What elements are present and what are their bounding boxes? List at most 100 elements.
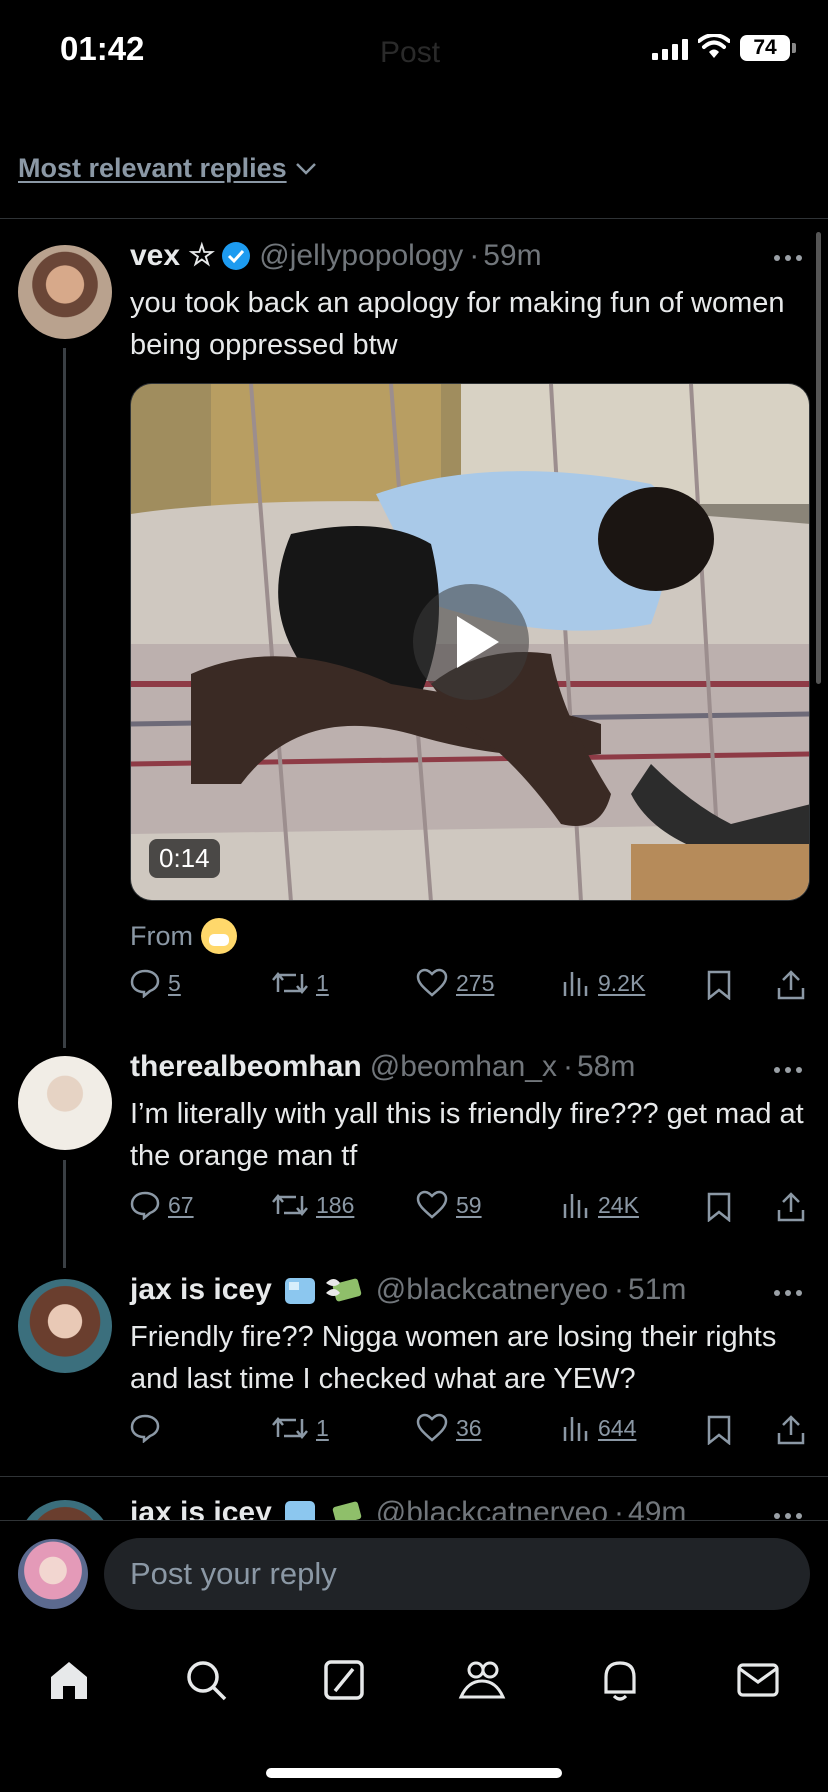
nav-messages[interactable] [728, 1650, 788, 1710]
ice-cube-emoji-icon [284, 1278, 315, 1304]
bottom-navigation [0, 1632, 828, 1792]
wifi-icon [698, 34, 730, 58]
avatar[interactable] [18, 1279, 112, 1373]
display-name[interactable]: vex ☆ [130, 238, 215, 273]
status-time: 01:42 [60, 30, 145, 67]
avatar[interactable] [18, 1539, 88, 1609]
messages-icon [737, 1663, 779, 1697]
timestamp[interactable]: 58m [577, 1050, 635, 1084]
nav-communities[interactable] [452, 1650, 512, 1710]
home-indicator[interactable] [266, 1768, 562, 1778]
avatar[interactable] [18, 1056, 112, 1150]
avatar[interactable] [18, 245, 112, 339]
repost-count: 1 [316, 969, 329, 996]
separator-dot: · [469, 238, 480, 272]
heart-icon [416, 1413, 448, 1442]
nav-home[interactable] [39, 1650, 99, 1710]
video-player[interactable]: 0:14 [130, 383, 810, 901]
search-icon [187, 1661, 227, 1701]
tweet-text: you took back an apology for making fun … [130, 287, 785, 361]
reply-composer [0, 1521, 828, 1631]
reply-sort-dropdown[interactable]: Most relevant replies [18, 153, 317, 184]
bookmark-icon[interactable] [706, 970, 732, 1000]
separator-dot: · [614, 1273, 625, 1306]
home-icon [51, 1662, 87, 1699]
verified-badge-icon [222, 241, 251, 270]
reply-button[interactable]: 5 [130, 968, 181, 998]
money-with-wings-emoji-icon [325, 1278, 362, 1302]
tweet-header: therealbeomhan @beomhan_x · 58m [130, 1050, 635, 1084]
notifications-icon [604, 1661, 636, 1701]
heart-icon [416, 1190, 448, 1219]
divider [0, 218, 828, 219]
like-button[interactable]: 36 [416, 1413, 482, 1443]
more-options-icon[interactable] [774, 1283, 810, 1303]
views-button[interactable]: 644 [562, 1413, 636, 1443]
thread-line [63, 348, 66, 1048]
tweet-actions: 1 36 644 [130, 1413, 810, 1453]
handle[interactable]: @blackcatneryeo [376, 1273, 608, 1307]
battery-indicator: 74 [740, 35, 796, 61]
video-duration: 0:14 [149, 839, 220, 878]
like-count: 275 [456, 969, 495, 996]
nav-search[interactable] [176, 1650, 236, 1710]
repost-count: 186 [316, 1191, 355, 1218]
separator-dot: · [562, 1050, 573, 1083]
cellular-signal-icon [652, 38, 688, 60]
reply-icon [130, 1414, 160, 1443]
repost-button[interactable]: 1 [272, 1413, 329, 1443]
tweet-actions: 67 186 59 24K [130, 1190, 810, 1230]
view-count: 24K [598, 1191, 639, 1218]
bookmark-icon[interactable] [706, 1415, 732, 1445]
repost-icon [272, 1417, 308, 1439]
scrollbar[interactable] [816, 232, 821, 684]
share-icon[interactable] [776, 1192, 806, 1222]
more-options-icon[interactable] [774, 248, 810, 268]
timestamp[interactable]: 59m [483, 239, 541, 273]
divider [0, 1476, 828, 1477]
thread-line [63, 1160, 66, 1268]
repost-icon [272, 972, 308, 994]
repost-count: 1 [316, 1414, 329, 1441]
display-name[interactable]: therealbeomhan [130, 1050, 362, 1084]
views-chart-icon [563, 1417, 588, 1441]
reply-count: 67 [168, 1191, 194, 1218]
status-bar: 01:42 Post 74 [0, 0, 828, 100]
repost-button[interactable]: 1 [272, 968, 329, 998]
reply-button[interactable] [130, 1413, 168, 1443]
timestamp[interactable]: 51m [628, 1273, 686, 1307]
tweet-text: Friendly fire?? Nigga women are losing t… [130, 1321, 777, 1395]
repost-icon [272, 1194, 308, 1216]
bookmark-icon[interactable] [706, 1192, 732, 1222]
grok-icon [324, 1660, 364, 1700]
display-name[interactable]: jax is icey [130, 1273, 272, 1307]
handle[interactable]: @jellypopology [259, 239, 463, 273]
reply-button[interactable]: 67 [130, 1190, 194, 1220]
tweet-actions: 5 1 275 9.2K [130, 968, 810, 1008]
media-attribution[interactable]: From [130, 918, 237, 954]
share-icon[interactable] [776, 970, 806, 1000]
tweet-header: vex ☆ @jellypopology · 59m [130, 238, 542, 273]
views-button[interactable]: 9.2K [562, 968, 645, 998]
reply-icon [130, 1191, 160, 1220]
chevron-down-icon [295, 162, 316, 175]
tweet-header: jax is icey @blackcatneryeo · 51m [130, 1273, 686, 1307]
more-options-icon[interactable] [774, 1060, 810, 1080]
views-chart-icon [563, 1194, 588, 1218]
nav-notifications[interactable] [590, 1650, 650, 1710]
play-button[interactable] [413, 584, 529, 700]
like-button[interactable]: 275 [416, 968, 494, 998]
like-button[interactable]: 59 [416, 1190, 482, 1220]
nav-grok[interactable] [314, 1650, 374, 1710]
views-button[interactable]: 24K [562, 1190, 639, 1220]
reply-sort-label: Most relevant replies [18, 153, 287, 183]
communities-icon [458, 1661, 506, 1699]
repost-button[interactable]: 186 [272, 1190, 354, 1220]
view-count: 644 [598, 1414, 637, 1441]
reply-input[interactable] [104, 1538, 810, 1610]
like-count: 59 [456, 1191, 482, 1218]
page-title: Post [380, 36, 441, 69]
heart-icon [416, 968, 448, 997]
handle[interactable]: @beomhan_x [370, 1050, 557, 1084]
share-icon[interactable] [776, 1415, 806, 1445]
